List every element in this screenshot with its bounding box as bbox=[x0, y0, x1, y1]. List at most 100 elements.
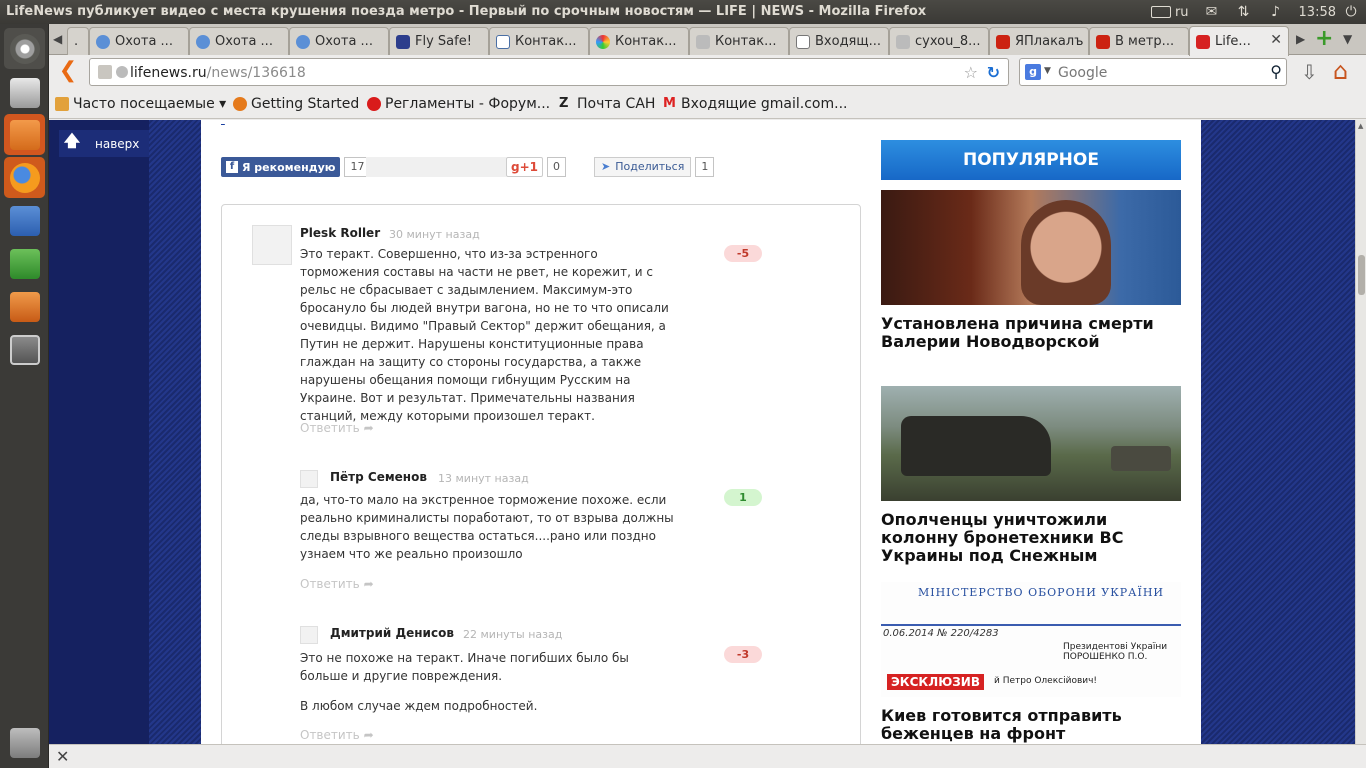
comments-box: Plesk Roller 30 минут назад Это теракт. … bbox=[221, 204, 861, 744]
tab[interactable]: В метр... bbox=[1089, 27, 1189, 55]
reply-arrow-icon: ➦ bbox=[363, 577, 374, 591]
url-bar[interactable]: lifenews.ru/news/136618 ☆ ↻ bbox=[89, 58, 1009, 86]
launcher-writer[interactable] bbox=[4, 200, 45, 241]
reload-icon[interactable]: ↻ bbox=[987, 63, 1000, 82]
tab-list-icon[interactable]: ▼ bbox=[1343, 32, 1352, 46]
google-plus[interactable]: g+1 0 bbox=[506, 157, 566, 179]
comment-author[interactable]: Дмитрий Денисов bbox=[330, 626, 454, 640]
tab-active[interactable]: Life... ✕ bbox=[1189, 26, 1289, 56]
close-find-bar-icon[interactable]: ✕ bbox=[56, 747, 69, 766]
search-engine-name: Google bbox=[1058, 65, 1108, 81]
globe-icon bbox=[296, 34, 310, 49]
tab[interactable]: Охота ... bbox=[189, 27, 289, 55]
writer-icon bbox=[9, 205, 40, 236]
bookmark-star-icon[interactable]: ☆ bbox=[964, 63, 978, 82]
search-bar[interactable]: g ▼ Google ⚲ bbox=[1019, 58, 1287, 86]
news-item[interactable]: Ополченцы уничтожили колонну бронетехник… bbox=[881, 386, 1181, 565]
printer-icon bbox=[9, 77, 40, 108]
comment-text: да, что-то мало на экстренное торможение… bbox=[300, 493, 674, 561]
gplus-button[interactable]: g+1 bbox=[506, 157, 543, 177]
site-identity-icon[interactable] bbox=[98, 65, 112, 79]
comment-rating[interactable]: -5 bbox=[724, 245, 762, 262]
globe-icon bbox=[96, 34, 110, 49]
avatar bbox=[252, 225, 292, 265]
document-greeting: й Петро Олексійович! bbox=[994, 676, 1098, 686]
keyboard-indicator[interactable]: ru bbox=[1150, 5, 1189, 20]
comment-author[interactable]: Plesk Roller bbox=[300, 226, 380, 240]
document-rule bbox=[881, 624, 1181, 626]
bookmark-mail-san[interactable]: Z Почта САН bbox=[559, 96, 655, 112]
facebook-button[interactable]: fЯ рекомендую bbox=[221, 157, 341, 177]
bookmark-most-visited[interactable]: Часто посещаемые ▾ bbox=[55, 96, 226, 112]
desktop: LifeNews публикует видео с места крушени… bbox=[0, 0, 1366, 768]
comment-time: 13 минут назад bbox=[438, 472, 529, 485]
bookmark-gmail[interactable]: M Входящие gmail.com... bbox=[663, 96, 848, 112]
exclusive-badge: ЭКСКЛЮЗИВ bbox=[887, 674, 984, 690]
power-icon[interactable]: ⏻ bbox=[1342, 5, 1360, 19]
tab-scroll-right-icon[interactable]: ▶ bbox=[1296, 32, 1305, 46]
popular-heading: ПОПУЛЯРНОЕ bbox=[881, 140, 1181, 180]
launcher-calc[interactable] bbox=[4, 243, 45, 284]
facebook-like[interactable]: fЯ рекомендую 17 bbox=[221, 157, 371, 179]
bookmark-getting-started[interactable]: Getting Started bbox=[233, 96, 359, 112]
mail-icon[interactable]: ✉ bbox=[1203, 5, 1221, 19]
news-photo-tanks[interactable] bbox=[881, 386, 1181, 501]
search-icon[interactable]: ⚲ bbox=[1270, 62, 1282, 81]
volume-icon[interactable]: ♪ bbox=[1267, 5, 1285, 19]
news-headline[interactable]: Установлена причина смерти Валерии Новод… bbox=[881, 315, 1181, 351]
tab[interactable]: ЯПлакалъ bbox=[989, 27, 1089, 55]
comment-rating[interactable]: -3 bbox=[724, 646, 762, 663]
tab-bar: . Охота ... Охота ... Охота ... Fly Safe… bbox=[49, 24, 1366, 56]
scroll-to-top-button[interactable]: 🡅 наверх bbox=[59, 130, 149, 157]
tab[interactable]: Контак... bbox=[689, 27, 789, 55]
bookmark-forum[interactable]: Регламенты - Форум... bbox=[367, 96, 550, 112]
new-tab-icon[interactable]: + bbox=[1315, 26, 1333, 51]
web-page: 🡅 наверх fЯ рекомендую 17 g+1 0 ➤ Поделит… bbox=[49, 120, 1355, 744]
reply-button[interactable]: Ответить ➦ bbox=[300, 728, 374, 742]
comment-author[interactable]: Пётр Семенов bbox=[330, 470, 427, 484]
dash-button[interactable] bbox=[4, 28, 45, 69]
news-photo-portrait[interactable] bbox=[881, 190, 1181, 305]
tab[interactable]: Охота ... bbox=[289, 27, 389, 55]
comment-text: Это теракт. Совершенно, что из-за эстрен… bbox=[300, 247, 669, 423]
network-icon[interactable]: ⇅ bbox=[1235, 5, 1253, 19]
news-photo-document[interactable]: МІНІСТЕРСТВО ОБОРОНИ УКРАЇНИ 0.06.2014 №… bbox=[881, 582, 1181, 697]
tab-scroll-left-icon[interactable]: ◀ bbox=[53, 32, 62, 46]
launcher-workspaces[interactable] bbox=[4, 329, 45, 370]
home-icon[interactable]: ⌂ bbox=[1333, 57, 1348, 85]
reply-button[interactable]: Ответить ➦ bbox=[300, 421, 374, 435]
news-headline[interactable]: Ополченцы уничтожили колонну бронетехник… bbox=[881, 511, 1181, 565]
share-count: 1 bbox=[695, 157, 715, 177]
share-button[interactable]: ➤ Поделиться bbox=[594, 157, 692, 177]
tab[interactable]: cyxou_8... bbox=[889, 27, 989, 55]
tab[interactable]: Входящ... bbox=[789, 27, 889, 55]
news-item[interactable]: МІНІСТЕРСТВО ОБОРОНИ УКРАЇНИ 0.06.2014 №… bbox=[881, 582, 1181, 743]
reply-button[interactable]: Ответить ➦ bbox=[300, 577, 374, 591]
scroll-up-arrow-icon[interactable]: ▲ bbox=[1358, 122, 1363, 130]
comment-rating[interactable]: 1 bbox=[724, 489, 762, 506]
launcher-trash[interactable] bbox=[4, 722, 45, 763]
downloads-icon[interactable]: ⇩ bbox=[1301, 60, 1318, 84]
portrait-face bbox=[1021, 200, 1111, 305]
google-icon: g bbox=[1025, 64, 1041, 80]
tab[interactable]: Fly Safe! bbox=[389, 27, 489, 55]
close-tab-icon[interactable]: ✕ bbox=[1270, 32, 1282, 48]
launcher-impress[interactable] bbox=[4, 286, 45, 327]
page-scrollbar[interactable]: ▲ bbox=[1355, 120, 1366, 744]
scrollbar-thumb[interactable] bbox=[1358, 255, 1365, 295]
news-item[interactable]: Установлена причина смерти Валерии Новод… bbox=[881, 190, 1181, 351]
launcher-firefox[interactable] bbox=[4, 157, 45, 198]
share-widget[interactable]: ➤ Поделиться 1 bbox=[594, 157, 715, 179]
launcher-printer[interactable] bbox=[4, 72, 45, 113]
tab[interactable]: Охота ... bbox=[89, 27, 189, 55]
bookmarks-toolbar: Часто посещаемые ▾ Getting Started Регла… bbox=[49, 91, 1366, 119]
tab[interactable]: . bbox=[67, 27, 89, 55]
news-headline[interactable]: Киев готовится отправить беженцев на фро… bbox=[881, 707, 1181, 743]
search-engine-dropdown-icon[interactable]: ▼ bbox=[1044, 66, 1051, 76]
launcher-files[interactable] bbox=[4, 114, 45, 155]
back-button[interactable]: ❮ bbox=[54, 58, 82, 86]
tab[interactable]: Контак... bbox=[489, 27, 589, 55]
clock[interactable]: 13:58 bbox=[1299, 5, 1336, 20]
tab[interactable]: Контак... bbox=[589, 27, 689, 55]
ubuntu-logo-icon bbox=[9, 33, 40, 64]
